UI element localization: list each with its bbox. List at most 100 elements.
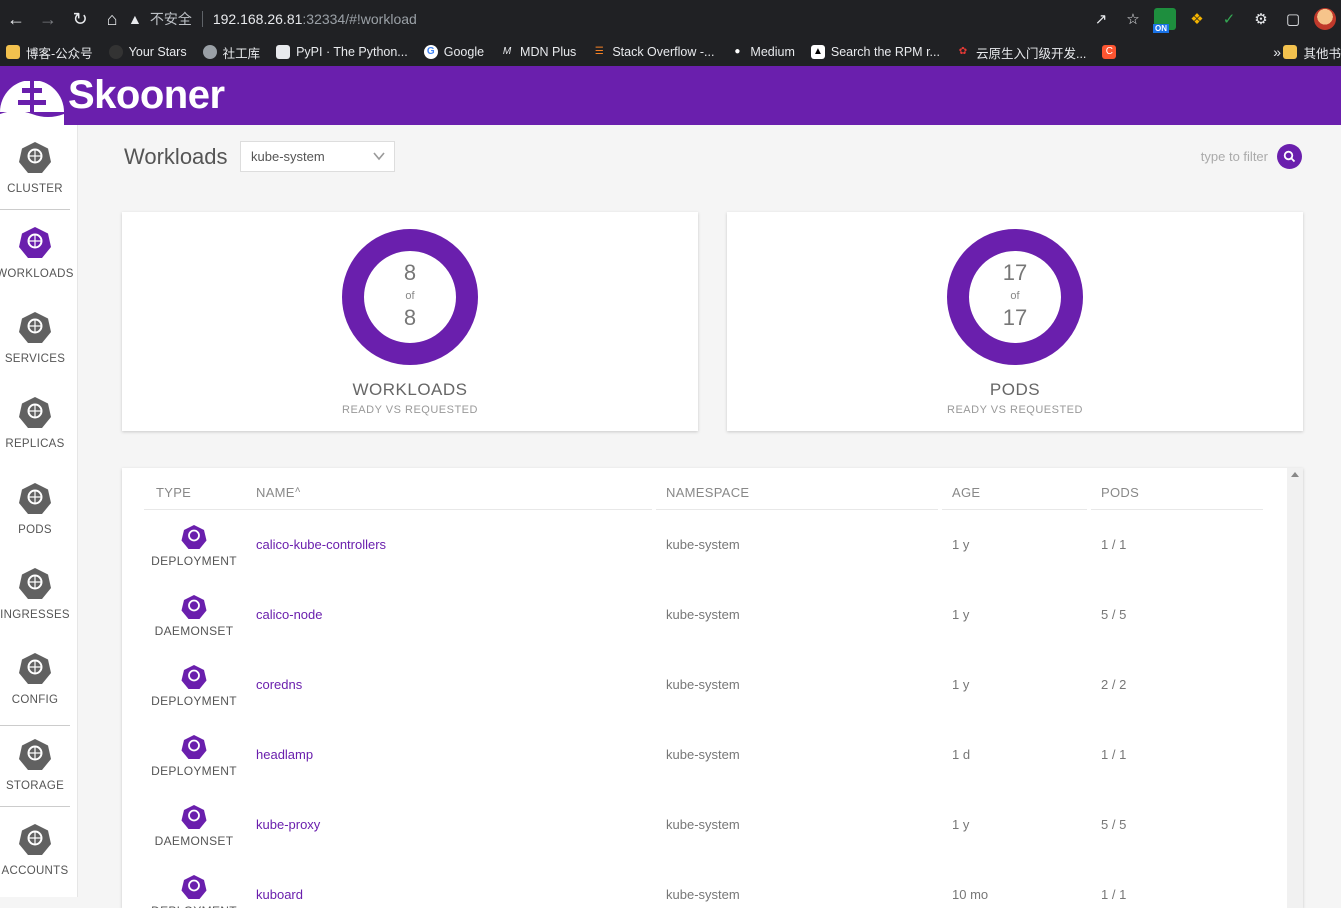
bookmark-3[interactable]: PyPI · The Python... [276,45,408,59]
sidebar-item-label: CLUSTER [7,182,63,195]
url-path: :32334/#!workload [302,11,417,27]
sidebar-item-storage[interactable]: STORAGE [0,722,70,807]
bookmark-5[interactable]: M MDN Plus [500,45,576,59]
namespace-cell: kube-system [666,607,740,622]
sidebar-item-ingresses[interactable]: INGRESSES [0,552,70,637]
star-icon[interactable]: ☆ [1117,10,1149,28]
search-button[interactable] [1277,144,1302,169]
other-bookmarks[interactable]: 其他书 [1283,43,1341,62]
back-icon[interactable]: ← [0,3,32,35]
extension-check-icon[interactable]: ✓ [1213,10,1245,28]
bookmark-2[interactable]: 社工库 [202,43,260,62]
pods-cell: 5 / 5 [1101,607,1127,622]
workload-name-link[interactable]: kuboard [256,887,303,902]
workload-name-link[interactable]: headlamp [256,747,313,762]
bookmark-8[interactable]: ▲ Search the RPM r... [810,45,940,59]
sa-icon [19,823,51,855]
workload-name-link[interactable]: calico-node [256,607,323,622]
pods-cell: 1 / 1 [1101,747,1127,762]
deploy-icon [19,226,51,258]
pods-cell: 1 / 1 [1101,537,1127,552]
sidebar-item-label: PODS [18,523,52,536]
bookmark-1[interactable]: Your Stars [108,45,187,59]
sidebar-item-label: STORAGE [5,779,65,792]
bookmark-4[interactable]: G Google [423,45,484,59]
workloads-table: TYPE NAME˄ NAMESPACE AGE PODS DEPLOYMENT… [122,468,1303,908]
table-row[interactable]: DEPLOYMENT coredns kube-system 1 y 2 / 2 [122,664,1287,734]
workload-name-link[interactable]: calico-kube-controllers [256,537,386,552]
home-icon[interactable]: ⌂ [96,3,128,35]
pods-cell: 5 / 5 [1101,817,1127,832]
namespace-select[interactable]: kube-system [240,141,395,172]
skooner-logo-icon[interactable] [0,66,64,125]
ing-icon [19,568,51,599]
deploy-icon [181,525,207,549]
cm-icon [19,653,51,685]
type-label: DEPLOYMENT [151,554,237,568]
puzzle-icon[interactable]: ⚙ [1245,10,1277,28]
namespace-cell: kube-system [666,887,740,902]
bookmark-0[interactable]: 博客-公众号 [6,43,93,62]
sidebar-item-config[interactable]: CONFIG [0,637,70,722]
bookmarks-bar: 博客-公众号 Your Stars 社工库 PyPI · The Python.… [0,38,1341,66]
url-host: 192.168.26.81 [212,11,303,27]
share-icon[interactable]: ↗ [1085,10,1117,28]
deploy-icon [181,665,207,689]
bookmark-9[interactable]: ✿ 云原生入门级开发... [956,43,1087,62]
table-row[interactable]: DEPLOYMENT kuboard kube-system 10 mo 1 / 1 [122,874,1287,908]
omnibox-separator [201,11,203,27]
sidebar-item-replicas[interactable]: REPLICAS [0,381,70,466]
scrollbar[interactable] [1287,468,1303,908]
sidebar-item-pods[interactable]: PODS [0,466,70,551]
bookmarks-overflow-button[interactable]: » [1273,44,1281,60]
column-header-namespace[interactable]: NAMESPACE [666,485,749,500]
extension-on-icon[interactable]: ON [1149,8,1181,33]
table-row[interactable]: DAEMONSET kube-proxy kube-system 1 y 5 / 5 [122,804,1287,874]
sidebar-item-workloads[interactable]: WORKLOADS [0,210,73,295]
workloads-requested: 8 [403,305,417,330]
column-header-type[interactable]: TYPE [156,485,191,500]
table-row[interactable]: DEPLOYMENT headlamp kube-system 1 d 1 / 1 [122,734,1287,804]
workloads-card-title: WORKLOADS [352,380,468,399]
sidebar-item-label: SERVICES [4,353,66,366]
filter-input[interactable] [1128,145,1268,167]
column-header-age[interactable]: AGE [952,485,980,500]
age-cell: 1 d [952,747,971,762]
workload-name-link[interactable]: kube-proxy [256,817,320,832]
bookmark-csdn[interactable]: C [1102,45,1122,59]
namespace-cell: kube-system [666,747,740,762]
forward-icon[interactable]: → [32,3,64,35]
sidebar-item-accounts[interactable]: ACCOUNTS [0,807,70,892]
warning-icon: ▲ [128,11,142,27]
extension-badge: ON [1153,24,1169,33]
sidebar-item-cluster[interactable]: CLUSTER [0,125,70,210]
workloads-card: 8 of 8 WORKLOADS READY VS REQUESTED [122,212,698,431]
bookmark-6[interactable]: ☰ Stack Overflow -... [592,45,715,59]
header-divider [144,509,652,510]
namespace-cell: kube-system [666,817,740,832]
extension-diamond-icon[interactable]: ❖ [1181,10,1213,28]
browser-toolbar: ← → ↻ ⌂ ▲ 不安全 192.168.26.81:32334/#!work… [0,0,1341,38]
type-label: DAEMONSET [154,834,234,848]
table-row[interactable]: DAEMONSET calico-node kube-system 1 y 5 / 5 [122,594,1287,664]
scroll-up-icon[interactable] [1291,472,1299,477]
column-header-name[interactable]: NAME˄ [256,485,301,500]
sidebar-item-services[interactable]: SERVICES [0,296,70,381]
profile-avatar[interactable] [1309,8,1341,30]
search-icon [1283,150,1296,163]
workload-name-link[interactable]: coredns [256,677,302,692]
column-header-pods[interactable]: PODS [1101,485,1139,500]
bookmark-7[interactable]: ● Medium [730,45,795,59]
age-cell: 1 y [952,537,970,552]
sidepanel-icon[interactable]: ▢ [1277,10,1309,28]
age-cell: 1 y [952,677,970,692]
type-label: DEPLOYMENT [151,694,237,708]
helm-icon [19,141,51,173]
table-row[interactable]: DEPLOYMENT calico-kube-controllers kube-sy… [122,524,1287,594]
address-bar[interactable]: ▲ 不安全 192.168.26.81:32334/#!workload [128,4,1128,34]
deploy-icon [181,735,207,759]
reload-icon[interactable]: ↻ [64,3,96,35]
pods-ready: 17 [1002,260,1028,285]
age-cell: 1 y [952,607,970,622]
main-content: Workloads kube-system 8 of 8 WORKLOADS R… [78,125,1341,908]
